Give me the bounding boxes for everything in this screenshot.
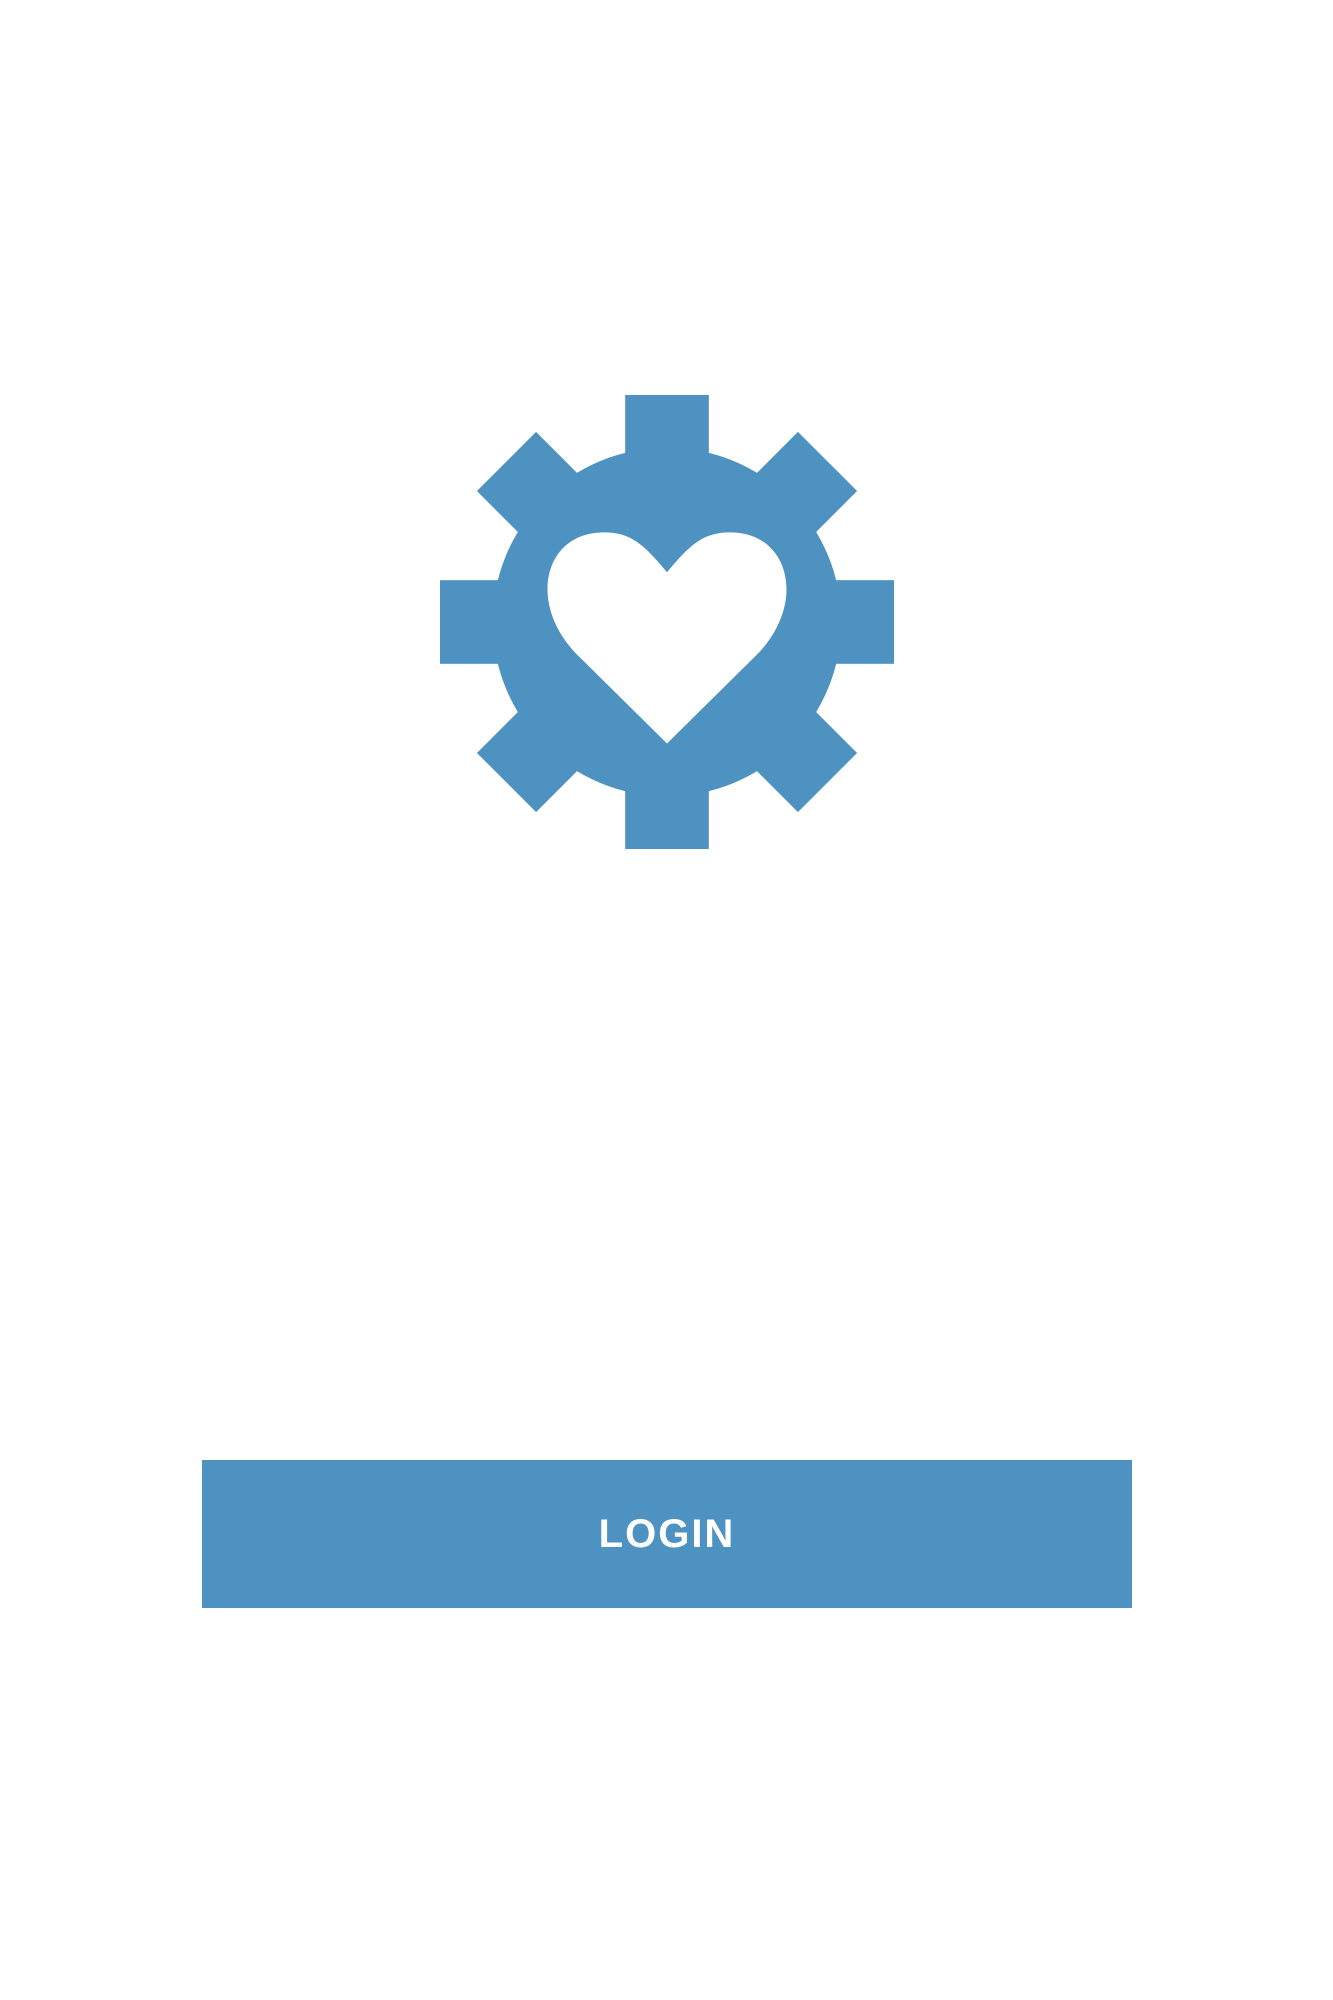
login-screen: LOGIN <box>0 0 1333 2000</box>
login-button[interactable]: LOGIN <box>202 1460 1132 1608</box>
gear-heart-icon <box>438 393 896 851</box>
gear-heart-logo-graphic <box>439 394 895 850</box>
